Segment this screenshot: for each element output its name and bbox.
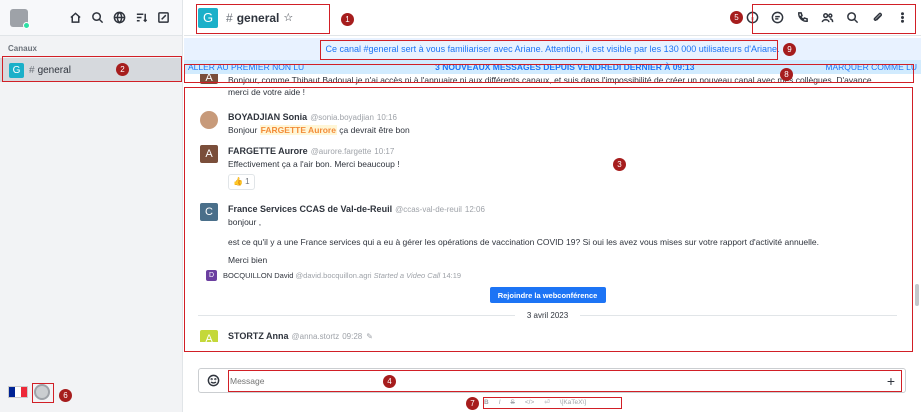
search-icon[interactable] — [91, 11, 104, 24]
sort-icon[interactable] — [135, 11, 148, 24]
annotation-box-5 — [752, 4, 916, 34]
sidebar-header — [0, 0, 182, 36]
online-status-dot — [23, 21, 30, 29]
user-avatar[interactable] — [10, 8, 30, 29]
annotation-box-6 — [32, 383, 54, 403]
annotation-badge-2: 2 — [116, 63, 129, 76]
annotation-box-9 — [320, 40, 778, 60]
home-icon[interactable] — [69, 11, 82, 24]
annotation-box-1 — [196, 4, 330, 34]
annotation-badge-4: 4 — [383, 375, 396, 388]
annotation-badge-8: 8 — [780, 68, 793, 81]
annotation-box-3 — [184, 87, 913, 352]
annotation-box-7 — [483, 397, 622, 409]
annotation-badge-3: 3 — [613, 158, 626, 171]
globe-icon[interactable] — [113, 11, 126, 24]
annotation-box-2 — [2, 56, 182, 82]
annotation-badge-5: 5 — [730, 11, 743, 24]
app-window: Canaux G # general G # general ☆ Ce cana… — [0, 0, 921, 412]
annotation-badge-1: 1 — [341, 13, 354, 26]
scrollbar-thumb[interactable] — [915, 284, 919, 306]
emoji-icon[interactable] — [207, 374, 220, 387]
annotation-badge-7: 7 — [466, 397, 479, 410]
annotation-badge-9: 9 — [783, 43, 796, 56]
edit-icon[interactable] — [157, 11, 170, 24]
annotation-box-4 — [228, 370, 902, 392]
channels-section-label: Canaux — [8, 44, 37, 53]
annotation-badge-6: 6 — [59, 389, 72, 402]
french-flag-logo — [8, 386, 28, 398]
annotation-box-8 — [184, 64, 914, 83]
sidebar-toolbar — [69, 11, 176, 24]
